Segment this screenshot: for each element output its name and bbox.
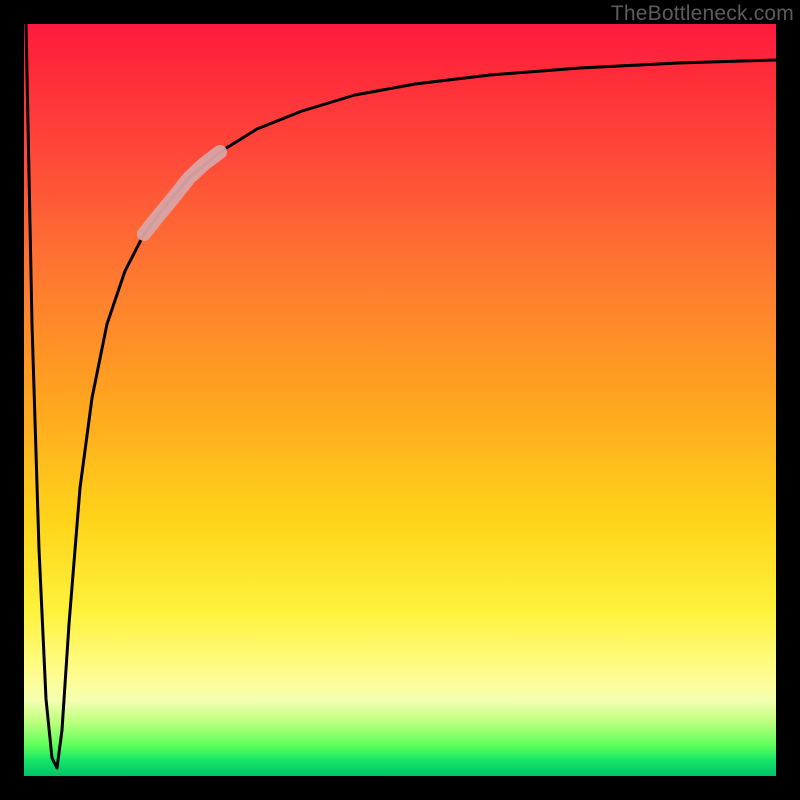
chart-frame: TheBottleneck.com	[0, 0, 800, 800]
watermark-text: TheBottleneck.com	[611, 2, 794, 26]
bottleneck-curve	[26, 24, 776, 768]
plot-area	[24, 24, 776, 776]
curve-layer	[24, 24, 776, 776]
highlight-segment	[144, 152, 220, 234]
